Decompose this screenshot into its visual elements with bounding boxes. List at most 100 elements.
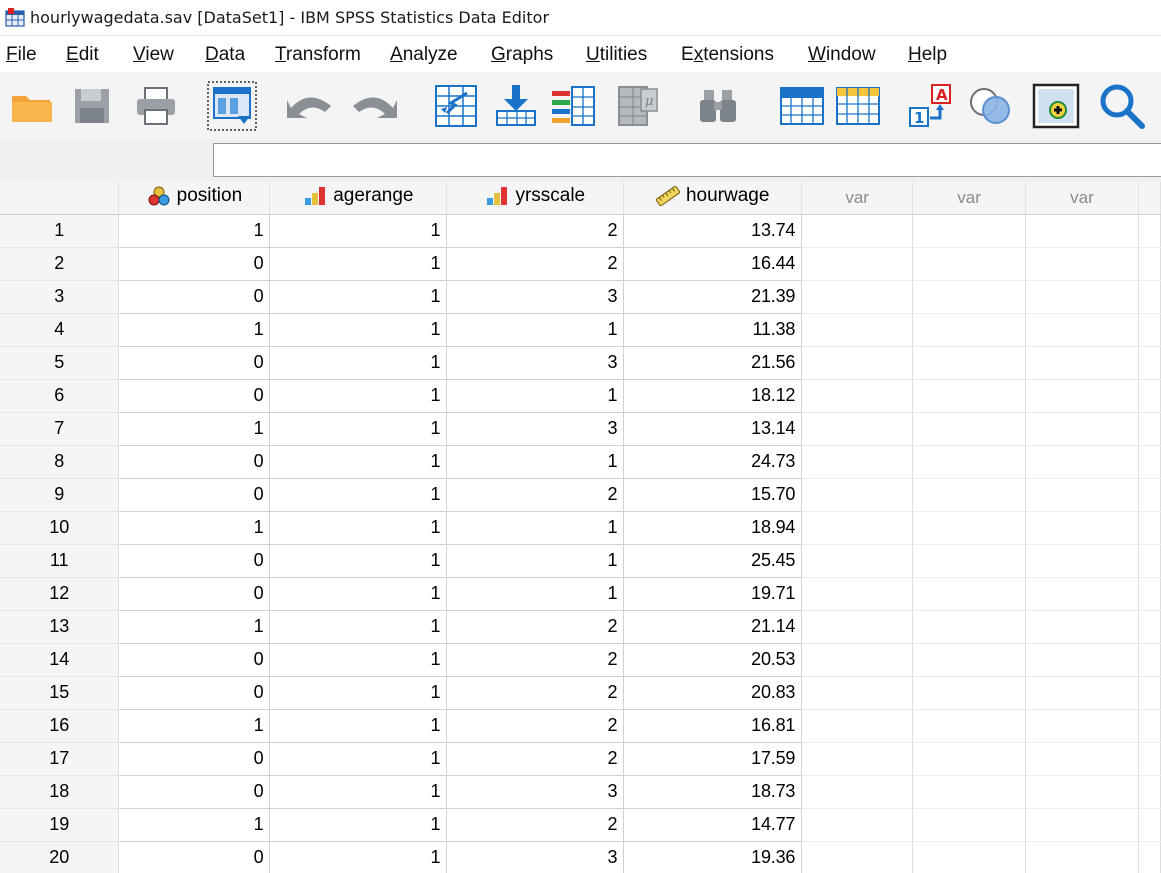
- cell-empty-var[interactable]: [1025, 445, 1139, 479]
- row-number[interactable]: 7: [0, 412, 120, 446]
- cell-empty-var[interactable]: [1025, 808, 1139, 842]
- cell-yrsscale[interactable]: 3: [446, 412, 625, 446]
- goto-variable-icon[interactable]: [488, 78, 544, 134]
- cell-agerange[interactable]: 1: [269, 610, 448, 644]
- column-header-yrsscale[interactable]: yrsscale: [446, 182, 625, 215]
- cell-empty-var[interactable]: [801, 643, 914, 677]
- cell-empty-var[interactable]: [801, 247, 914, 281]
- row-number[interactable]: 18: [0, 775, 120, 809]
- cell-position[interactable]: 0: [118, 247, 271, 281]
- row-number[interactable]: 15: [0, 676, 120, 710]
- row-number[interactable]: 6: [0, 379, 120, 413]
- cell-position[interactable]: 0: [118, 346, 271, 380]
- cell-hourwage[interactable]: 15.70: [623, 478, 803, 512]
- cell-yrsscale[interactable]: 3: [446, 775, 625, 809]
- cell-position[interactable]: 0: [118, 379, 271, 413]
- column-header-position[interactable]: position: [118, 182, 271, 215]
- cell-empty-var[interactable]: [912, 643, 1027, 677]
- row-number[interactable]: 12: [0, 577, 120, 611]
- cell-position[interactable]: 0: [118, 643, 271, 677]
- cell-empty-var[interactable]: [1025, 214, 1139, 248]
- cell-empty-var[interactable]: [912, 841, 1027, 873]
- cell-position[interactable]: 0: [118, 577, 271, 611]
- cell-empty-var[interactable]: [1025, 280, 1139, 314]
- cell-empty-var[interactable]: [912, 676, 1027, 710]
- cell-agerange[interactable]: 1: [269, 577, 448, 611]
- cell-empty-var[interactable]: [801, 412, 914, 446]
- cell-position[interactable]: 1: [118, 610, 271, 644]
- cell-agerange[interactable]: 1: [269, 445, 448, 479]
- cell-agerange[interactable]: 1: [269, 676, 448, 710]
- cell-yrsscale[interactable]: 1: [446, 511, 625, 545]
- use-variable-sets-icon[interactable]: [962, 78, 1018, 134]
- cell-empty-var[interactable]: [1025, 313, 1139, 347]
- insert-variable-icon[interactable]: [830, 78, 886, 134]
- cell-empty-var[interactable]: [801, 346, 914, 380]
- cell-position[interactable]: 1: [118, 709, 271, 743]
- cell-yrsscale[interactable]: 2: [446, 478, 625, 512]
- cell-hourwage[interactable]: 16.81: [623, 709, 803, 743]
- cell-agerange[interactable]: 1: [269, 247, 448, 281]
- cell-yrsscale[interactable]: 2: [446, 214, 625, 248]
- cell-empty-var[interactable]: [801, 610, 914, 644]
- menu-file[interactable]: File: [6, 44, 37, 66]
- cell-empty-var[interactable]: [1025, 544, 1139, 578]
- cell-hourwage[interactable]: 20.83: [623, 676, 803, 710]
- cell-yrsscale[interactable]: 1: [446, 379, 625, 413]
- cell-hourwage[interactable]: 19.71: [623, 577, 803, 611]
- cell-position[interactable]: 1: [118, 511, 271, 545]
- cell-hourwage[interactable]: 14.77: [623, 808, 803, 842]
- cell-agerange[interactable]: 1: [269, 280, 448, 314]
- menu-data[interactable]: Data: [205, 44, 245, 66]
- cell-agerange[interactable]: 1: [269, 379, 448, 413]
- cell-empty-var[interactable]: [801, 775, 914, 809]
- save-icon[interactable]: [64, 78, 120, 134]
- redo-icon[interactable]: [346, 78, 402, 134]
- row-number[interactable]: 16: [0, 709, 120, 743]
- cell-empty-var[interactable]: [801, 544, 914, 578]
- cell-empty-var[interactable]: [801, 709, 914, 743]
- menu-graphs[interactable]: Graphs: [491, 44, 553, 66]
- cell-hourwage[interactable]: 13.74: [623, 214, 803, 248]
- cell-empty-var[interactable]: [912, 709, 1027, 743]
- cell-empty-var[interactable]: [801, 379, 914, 413]
- cell-empty-var[interactable]: [1025, 841, 1139, 873]
- cell-empty-var[interactable]: [801, 280, 914, 314]
- cell-empty-var[interactable]: [1025, 346, 1139, 380]
- row-number[interactable]: 14: [0, 643, 120, 677]
- cell-yrsscale[interactable]: 2: [446, 643, 625, 677]
- recall-dialog-icon[interactable]: [204, 78, 260, 134]
- find-icon[interactable]: [690, 78, 746, 134]
- row-number[interactable]: 19: [0, 808, 120, 842]
- cell-empty-var[interactable]: [1025, 676, 1139, 710]
- cell-empty-var[interactable]: [1025, 577, 1139, 611]
- cell-hourwage[interactable]: 21.39: [623, 280, 803, 314]
- cell-agerange[interactable]: 1: [269, 544, 448, 578]
- cell-yrsscale[interactable]: 3: [446, 280, 625, 314]
- cell-agerange[interactable]: 1: [269, 841, 448, 873]
- menu-transform[interactable]: Transform: [275, 44, 361, 66]
- column-header-empty-var[interactable]: var: [801, 182, 914, 215]
- cell-empty-var[interactable]: [1025, 511, 1139, 545]
- column-header-hourwage[interactable]: hourwage: [623, 182, 803, 215]
- cell-hourwage[interactable]: 25.45: [623, 544, 803, 578]
- row-number[interactable]: 9: [0, 478, 120, 512]
- cell-position[interactable]: 0: [118, 478, 271, 512]
- cell-agerange[interactable]: 1: [269, 709, 448, 743]
- cell-yrsscale[interactable]: 1: [446, 544, 625, 578]
- cell-hourwage[interactable]: 20.53: [623, 643, 803, 677]
- cell-empty-var[interactable]: [912, 346, 1027, 380]
- menu-edit[interactable]: Edit: [66, 44, 99, 66]
- search-icon[interactable]: [1094, 78, 1150, 134]
- cell-hourwage[interactable]: 21.14: [623, 610, 803, 644]
- cell-empty-var[interactable]: [1025, 478, 1139, 512]
- cell-agerange[interactable]: 1: [269, 511, 448, 545]
- cell-hourwage[interactable]: 21.56: [623, 346, 803, 380]
- cell-empty-var[interactable]: [912, 214, 1027, 248]
- cell-position[interactable]: 0: [118, 775, 271, 809]
- row-number[interactable]: 20: [0, 841, 120, 873]
- menu-help[interactable]: Help: [908, 44, 947, 66]
- row-number[interactable]: 10: [0, 511, 120, 545]
- cell-position[interactable]: 1: [118, 214, 271, 248]
- cell-empty-var[interactable]: [1025, 643, 1139, 677]
